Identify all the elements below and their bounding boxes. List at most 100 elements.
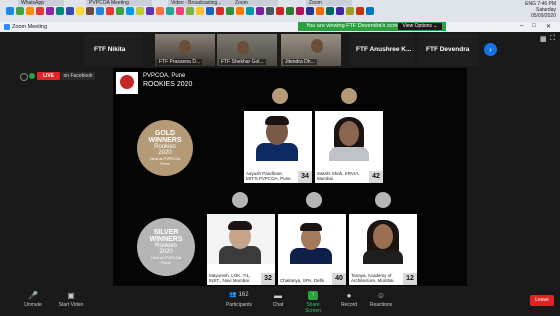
app-icon[interactable] bbox=[126, 7, 134, 15]
shared-screen-slide: PVPCOA, Pune ROOKIES 2020 GOLD WINNERS R… bbox=[113, 68, 467, 286]
app-icon[interactable] bbox=[306, 7, 314, 15]
slide-org: PVPCOA, Pune bbox=[143, 73, 186, 79]
winner-card: Chaitanya, SPA, Delhi 40 bbox=[278, 214, 346, 285]
browser-tab-whatsapp[interactable]: WhatsApp bbox=[18, 0, 64, 6]
fullscreen-icon[interactable]: ⛶ bbox=[550, 35, 555, 43]
winner-photo bbox=[349, 214, 417, 264]
participant-tile[interactable]: FTF Devendra bbox=[418, 34, 478, 66]
winner-score: 42 bbox=[369, 171, 383, 183]
app-icon[interactable] bbox=[136, 7, 144, 15]
participant-tile[interactable]: FTF Anushree K... bbox=[350, 34, 414, 66]
winner-card: Aayush Pandhare, MIT'S PVPCOA, Pune 34 bbox=[244, 111, 312, 183]
app-icon[interactable] bbox=[56, 7, 64, 15]
app-icon[interactable] bbox=[66, 7, 74, 15]
browser-tab-pvpcoa[interactable]: PVPCOA Meeting bbox=[86, 0, 152, 6]
participant-tile[interactable]: FTF Nikita bbox=[84, 34, 142, 66]
live-platform-label: on Facebook bbox=[61, 72, 95, 80]
app-icon[interactable] bbox=[336, 7, 344, 15]
app-icon[interactable] bbox=[156, 7, 164, 15]
app-icon[interactable] bbox=[106, 7, 114, 15]
participants-button[interactable]: 👥 162 Participants bbox=[222, 291, 256, 308]
winner-card: Mayuresh, LOK, TIL, INST., Navi Mumbai 3… bbox=[207, 214, 275, 285]
app-icon[interactable] bbox=[216, 7, 224, 15]
winner-caption: Tanaya, Academy of Architecture, Mumbai bbox=[351, 273, 394, 283]
browser-tab-zoom-1[interactable]: Zoom bbox=[232, 0, 278, 6]
winner-caption: Aayush Pandhare, MIT'S PVPCOA, Pune bbox=[246, 171, 291, 181]
zoom-title-bar: Zoom Meeting – □ ✕ bbox=[0, 22, 560, 32]
live-badge: LIVE bbox=[37, 72, 60, 80]
participant-name: Jitendra Dh... bbox=[283, 59, 317, 65]
app-icon[interactable] bbox=[346, 7, 354, 15]
share-screen-button[interactable]: ↑ Share Screen bbox=[298, 291, 328, 314]
participant-tile[interactable]: Jitendra Dh... bbox=[281, 34, 341, 66]
winner-photo bbox=[315, 111, 383, 162]
winner-score: 12 bbox=[403, 273, 417, 285]
gold-winners-badge: GOLD WINNERS Rookies 2020 Held at PVPCOA… bbox=[137, 120, 193, 176]
minimize-icon[interactable]: – bbox=[520, 23, 523, 29]
app-icon[interactable] bbox=[356, 7, 364, 15]
app-icon[interactable] bbox=[36, 7, 44, 15]
app-icon[interactable] bbox=[226, 7, 234, 15]
participants-count: 162 bbox=[238, 292, 249, 298]
record-icon: ● bbox=[346, 291, 352, 300]
os-taskbar: WhatsApp PVPCOA Meeting Video - Broadcas… bbox=[0, 0, 560, 22]
info-icon[interactable] bbox=[20, 73, 28, 81]
app-icon[interactable] bbox=[316, 7, 324, 15]
browser-tab-video[interactable]: Video - Broadcasting... bbox=[168, 0, 234, 6]
app-icon[interactable] bbox=[86, 7, 94, 15]
app-icon[interactable] bbox=[246, 7, 254, 15]
pinned-apps bbox=[6, 7, 374, 18]
reactions-smiley-icon: ☺ bbox=[376, 291, 386, 300]
participant-head bbox=[311, 39, 323, 53]
app-icon[interactable] bbox=[266, 7, 274, 15]
app-icon[interactable] bbox=[96, 7, 104, 15]
app-icon[interactable] bbox=[26, 7, 34, 15]
app-icon[interactable] bbox=[196, 7, 204, 15]
app-icon[interactable] bbox=[276, 7, 284, 15]
participant-head bbox=[179, 40, 191, 54]
app-icon[interactable] bbox=[76, 7, 84, 15]
clock-date: 05/09/2020 bbox=[530, 13, 556, 19]
maximize-icon[interactable]: □ bbox=[532, 23, 536, 29]
chat-button[interactable]: ▬ Chat bbox=[268, 291, 288, 308]
app-icon[interactable] bbox=[176, 7, 184, 15]
winner-card: Sakshi Shah, KRVIA, Mumbai 42 bbox=[315, 111, 383, 183]
participants-icon: 👥 162 bbox=[229, 292, 249, 298]
app-icon[interactable] bbox=[186, 7, 194, 15]
app-icon[interactable] bbox=[146, 7, 154, 15]
unmute-button[interactable]: 🎤 Unmute bbox=[20, 291, 46, 308]
reactions-button[interactable]: ☺ Reactions bbox=[368, 291, 394, 308]
app-icon[interactable] bbox=[116, 7, 124, 15]
share-banner-text: You are viewing FTF Devendra's screen bbox=[306, 23, 404, 29]
app-icon[interactable] bbox=[286, 7, 294, 15]
app-icon[interactable] bbox=[166, 7, 174, 15]
tree-node bbox=[341, 88, 357, 104]
participant-tile[interactable]: FTF Shekhar Gol... bbox=[217, 34, 277, 66]
app-icon[interactable] bbox=[366, 7, 374, 15]
app-icon[interactable] bbox=[256, 7, 264, 15]
next-page-chevron-icon[interactable]: › bbox=[484, 43, 497, 56]
leave-meeting-button[interactable]: Leave bbox=[530, 295, 554, 306]
app-icon[interactable] bbox=[236, 7, 244, 15]
app-icon[interactable] bbox=[206, 7, 214, 15]
app-icon[interactable] bbox=[6, 7, 14, 15]
silver-winners-badge: SILVER WINNERS Rookies 2020 Held at PVPC… bbox=[137, 218, 195, 276]
winner-card: Tanaya, Academy of Architecture, Mumbai … bbox=[349, 214, 417, 285]
winner-photo bbox=[207, 214, 275, 264]
winner-caption: Mayuresh, LOK, TIL, INST., Navi Mumbai bbox=[209, 273, 251, 283]
gallery-view-icon[interactable]: ▦ bbox=[540, 35, 547, 43]
app-icon[interactable] bbox=[296, 7, 304, 15]
participant-tile[interactable]: FTF Prasanna D... bbox=[155, 34, 215, 66]
winner-score: 32 bbox=[261, 273, 275, 285]
app-icon[interactable] bbox=[16, 7, 24, 15]
app-icon[interactable] bbox=[46, 7, 54, 15]
close-icon[interactable]: ✕ bbox=[546, 23, 551, 30]
browser-tab-zoom-2[interactable]: Zoom bbox=[306, 0, 352, 6]
app-icon[interactable] bbox=[326, 7, 334, 15]
view-options-button[interactable]: View Options ⌄ bbox=[398, 23, 442, 30]
language-indicator[interactable]: ENG bbox=[525, 1, 536, 7]
start-video-button[interactable]: ▣ Start Video bbox=[56, 291, 86, 308]
microphone-muted-icon: 🎤 bbox=[28, 291, 38, 300]
record-button[interactable]: ● Record bbox=[338, 291, 360, 308]
security-shield-icon[interactable] bbox=[29, 73, 35, 79]
